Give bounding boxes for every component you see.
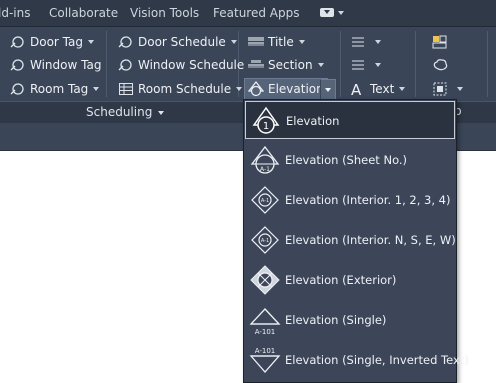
door-schedule-label: Door Schedule <box>138 35 226 49</box>
minimize-ribbon-icon <box>320 8 334 17</box>
svg-text:A: A <box>351 81 362 97</box>
window-tag-button[interactable]: Window Tag <box>10 56 101 74</box>
room-schedule-label: Room Schedule <box>138 82 232 96</box>
text-button[interactable]: A Text <box>350 80 406 99</box>
elevation-label: Elevation <box>268 82 324 96</box>
chevron-down-icon <box>298 40 305 44</box>
ribbon-separator <box>340 31 341 97</box>
elevation-dropdown-menu: 1 Elevation A-1 Elevation (Sheet No.) A-… <box>243 99 469 383</box>
svg-text:A-1: A-1 <box>261 198 269 204</box>
elevation-icon: 1 <box>249 105 283 137</box>
text-a-icon: A <box>350 81 366 99</box>
room-tag-button[interactable]: Room Tag <box>10 80 100 98</box>
list-format-button[interactable] <box>350 33 381 51</box>
ribbon-tab-bar: ld-ins Collaborate Vision Tools Featured… <box>0 0 496 27</box>
scheduling-panel-title[interactable]: Scheduling <box>86 105 165 119</box>
room-schedule-button[interactable]: Room Schedule <box>118 80 243 98</box>
elevation-exterior-icon <box>248 264 282 296</box>
door-tag-icon <box>10 34 26 50</box>
paragraph-button[interactable] <box>350 56 381 74</box>
section-mark-icon <box>248 57 264 73</box>
menu-item-label: Elevation <box>286 114 340 128</box>
menu-item-label: Elevation (Sheet No.) <box>285 153 408 167</box>
text-label: Text <box>370 82 395 96</box>
menu-item-elevation-sheet-no[interactable]: A-1 Elevation (Sheet No.) <box>245 141 455 179</box>
window-schedule-label: Window Schedule <box>138 58 245 72</box>
tab-add-ins[interactable]: ld-ins <box>0 6 30 20</box>
title-label: Title <box>268 35 294 49</box>
chevron-down-icon <box>93 87 100 91</box>
chevron-down-icon <box>158 110 165 115</box>
chevron-down-icon <box>338 11 344 15</box>
window-schedule-icon <box>118 57 134 73</box>
svg-text:1: 1 <box>263 121 269 132</box>
table-icon <box>118 81 134 97</box>
section-label: Section <box>268 58 313 72</box>
chevron-down-icon <box>457 87 463 91</box>
wipeout-icon <box>432 81 448 97</box>
tab-featured-apps[interactable]: Featured Apps <box>213 6 299 20</box>
ribbon-separator <box>415 31 416 97</box>
elevation-interior-numbered-icon: A-1 <box>248 184 282 216</box>
menu-item-label: Elevation (Single) <box>285 313 387 327</box>
menu-item-elevation-interior-1234[interactable]: A-1 Elevation (Interior. 1, 2, 3, 4) <box>245 181 455 219</box>
chevron-down-icon <box>375 63 381 67</box>
window-tag-label: Window Tag <box>30 58 102 72</box>
menu-item-label: Elevation (Interior. N, S, E, W) <box>285 233 456 247</box>
chevron-down-icon <box>399 87 406 91</box>
room-tag-icon <box>10 81 26 97</box>
menu-item-elevation[interactable]: 1 Elevation <box>245 101 455 139</box>
elevation-single-icon: A-101 <box>248 304 282 336</box>
door-schedule-icon <box>118 34 134 50</box>
revision-table-icon <box>432 34 448 50</box>
ribbon-separator <box>487 31 488 97</box>
menu-item-label: Elevation (Interior. 1, 2, 3, 4) <box>285 193 451 207</box>
revision-table-button[interactable] <box>432 33 452 51</box>
title-button[interactable]: Title <box>248 33 305 51</box>
window-schedule-button[interactable]: Window Schedule <box>118 56 244 74</box>
revision-cloud-button[interactable] <box>432 56 452 74</box>
svg-text:A-1: A-1 <box>261 238 269 244</box>
menu-item-label: Elevation (Single, Inverted Text) <box>285 353 469 367</box>
tab-vision-tools[interactable]: Vision Tools <box>130 6 199 20</box>
elevation-interior-compass-icon: A-1 <box>248 224 282 256</box>
menu-item-elevation-single[interactable]: A-101 Elevation (Single) <box>245 301 455 339</box>
room-tag-label: Room Tag <box>30 82 89 96</box>
wipeout-button[interactable] <box>432 80 463 98</box>
revision-cloud-icon <box>432 57 448 73</box>
chevron-down-icon <box>317 63 324 67</box>
chevron-down-icon <box>230 40 237 44</box>
chevron-down-icon <box>375 40 381 44</box>
window-tag-icon <box>10 57 26 73</box>
menu-item-elevation-single-inverted[interactable]: A-101 Elevation (Single, Inverted Text) <box>245 341 469 379</box>
svg-text:A-101: A-101 <box>255 328 276 336</box>
section-button[interactable]: Section <box>248 56 324 74</box>
svg-text:A-1: A-1 <box>260 166 270 173</box>
tab-collaborate[interactable]: Collaborate <box>49 6 118 20</box>
elevation-sheet-no-icon: A-1 <box>248 144 282 176</box>
numbered-list-icon <box>350 34 366 50</box>
chevron-down-icon <box>88 40 94 44</box>
list-icon <box>350 57 366 73</box>
elevation-dropdown-arrow[interactable] <box>320 79 336 101</box>
ribbon-display-toggle[interactable] <box>318 6 346 20</box>
svg-text:A-101: A-101 <box>255 347 276 355</box>
elevation-icon <box>247 81 265 97</box>
door-tag-label: Door Tag <box>30 35 83 49</box>
chevron-down-icon <box>236 87 243 91</box>
title-mark-icon <box>248 34 264 50</box>
elevation-split-button[interactable]: Elevation <box>244 78 328 100</box>
elevation-single-inverted-icon: A-101 <box>248 344 282 376</box>
door-schedule-button[interactable]: Door Schedule <box>118 33 237 51</box>
menu-item-elevation-exterior[interactable]: Elevation (Exterior) <box>245 261 455 299</box>
door-tag-button[interactable]: Door Tag <box>10 33 94 51</box>
menu-item-elevation-interior-nsew[interactable]: A-1 Elevation (Interior. N, S, E, W) <box>245 221 456 259</box>
ribbon-separator <box>106 31 107 97</box>
menu-item-label: Elevation (Exterior) <box>285 273 397 287</box>
